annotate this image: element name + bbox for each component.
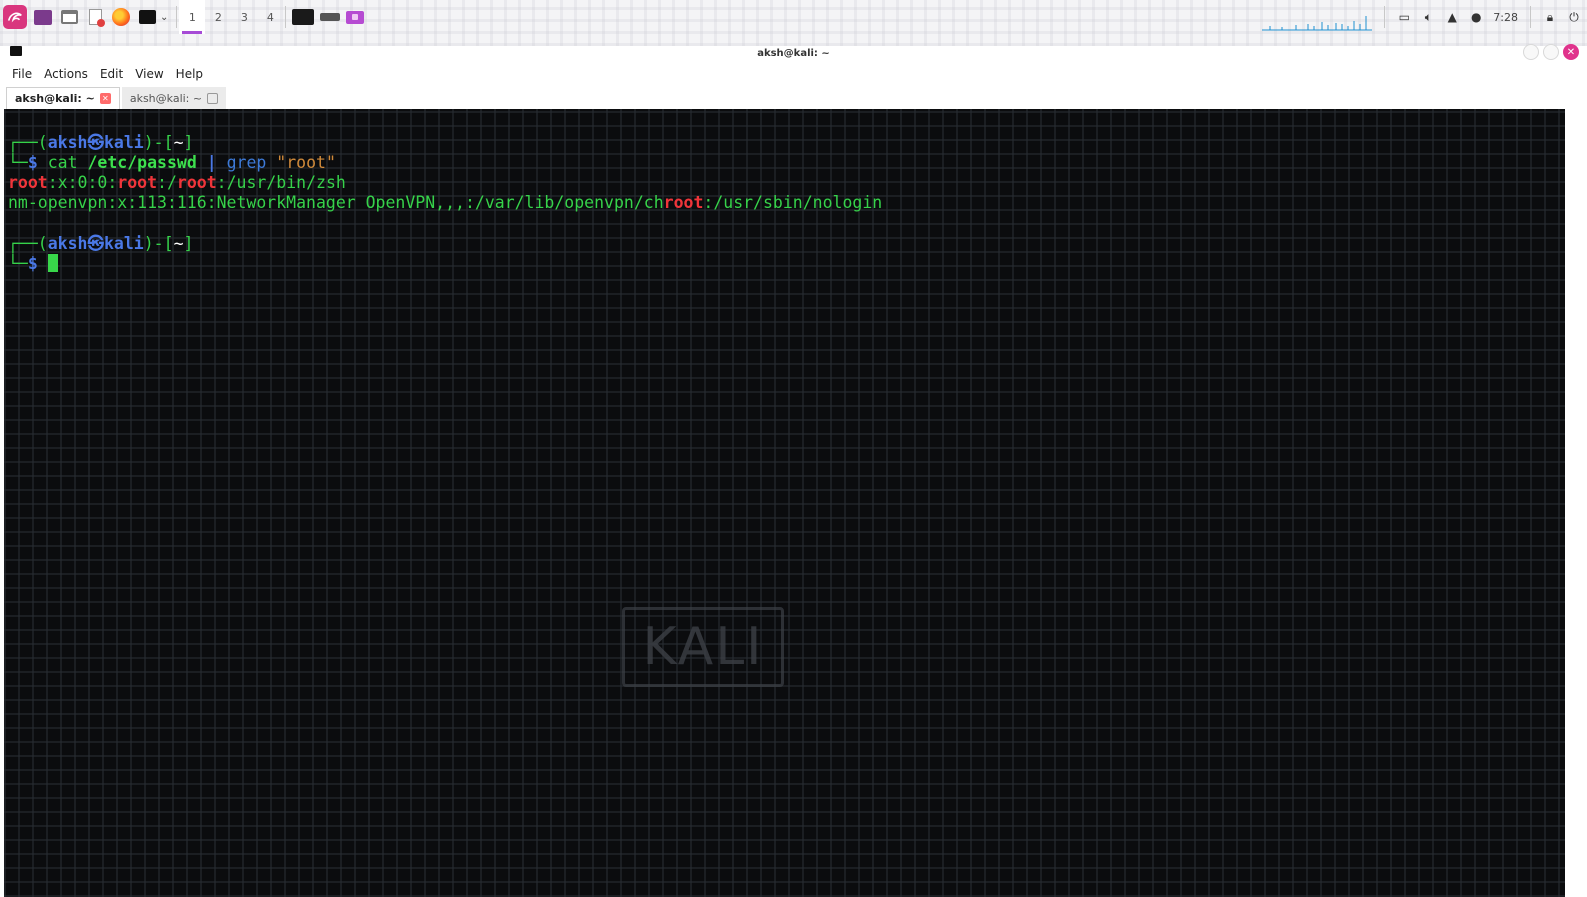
panel-tray: ▭ 🔈︎ ▲ ● 7:28 🔒︎ ⏻ — [1262, 0, 1587, 34]
prompt-bracket: )-[ — [143, 133, 174, 152]
window-button-terminal[interactable] — [292, 9, 315, 25]
match-highlight: root — [117, 173, 158, 192]
menu-actions[interactable]: Actions — [44, 67, 88, 81]
panel-separator — [176, 6, 178, 28]
output-text: :/ — [157, 173, 177, 192]
workspace-2[interactable]: 2 — [205, 0, 231, 34]
window-titlebar[interactable]: aksh@kali: ~ ✕ — [0, 42, 1587, 64]
window-button-minimized[interactable] — [320, 13, 341, 21]
terminal-purple-icon[interactable] — [33, 7, 53, 27]
tab-close-icon[interactable] — [207, 92, 219, 104]
window-button-app[interactable] — [346, 10, 365, 24]
prompt-line: ┌──(aksh㉿kali)-[~] — [8, 133, 193, 153]
panel-clock[interactable]: 7:28 — [1493, 11, 1518, 24]
firefox-icon[interactable] — [111, 7, 131, 27]
tab-label: aksh@kali: ~ — [15, 92, 95, 105]
prompt-user: aksh — [47, 234, 88, 253]
menu-view[interactable]: View — [135, 67, 163, 81]
menu-help[interactable]: Help — [176, 67, 203, 81]
command-grep: grep — [226, 153, 267, 172]
close-button[interactable]: ✕ — [1563, 44, 1579, 60]
prompt-dir: ~ — [173, 133, 184, 152]
menu-file[interactable]: File — [12, 67, 32, 81]
workspace-3[interactable]: 3 — [231, 0, 257, 34]
prompt-bracket: )-[ — [143, 234, 174, 253]
prompt-corner: └─ — [8, 254, 28, 273]
tab-terminal-1[interactable]: aksh@kali: ~ ✕ — [6, 87, 120, 109]
panel-launchers: ⌄ — [0, 0, 179, 34]
prompt-corner: └─ — [8, 153, 28, 172]
prompt-bracket-end: ] — [183, 234, 194, 253]
volume-icon[interactable]: 🔈︎ — [1421, 10, 1435, 24]
command-pipe: | — [206, 153, 217, 172]
tab-label: aksh@kali: ~ — [129, 91, 203, 105]
prompt-user: aksh — [47, 133, 88, 152]
display-icon[interactable]: ▭ — [1397, 10, 1411, 24]
menu-bar: File Actions Edit View Help — [0, 64, 1587, 84]
prompt-corner: ┌──( — [8, 133, 48, 152]
prompt-dollar: $ — [27, 153, 38, 172]
command-arg: "root" — [276, 153, 336, 172]
prompt-corner: ┌──( — [8, 234, 48, 253]
output-text: :x:0:0: — [47, 173, 118, 192]
window-controls: ✕ — [1523, 44, 1579, 60]
network-icon[interactable]: ● — [1469, 10, 1483, 24]
kali-watermark-logo: KALI — [622, 607, 784, 687]
maximize-button[interactable] — [1543, 44, 1559, 60]
prompt-dollar: $ — [27, 254, 38, 273]
output-line: root:x:0:0:root:/root:/usr/bin/zsh — [8, 173, 346, 193]
workspace-4[interactable]: 4 — [257, 0, 283, 34]
minimize-button[interactable] — [1523, 44, 1539, 60]
output-text: :/usr/sbin/nologin — [703, 193, 883, 212]
top-panel: ⌄ 1 2 3 4 ▭ 🔈︎ ▲ ● 7:28 🔒︎ ⏻ — [0, 0, 1587, 46]
terminal-window-icon[interactable] — [10, 46, 22, 56]
command-name: cat — [47, 153, 78, 172]
menu-edit[interactable]: Edit — [100, 67, 123, 81]
prompt-line: ┌──(aksh㉿kali)-[~] — [8, 234, 193, 254]
command-line: └─$ — [8, 254, 58, 274]
workspace-1[interactable]: 1 — [179, 0, 206, 34]
chevron-down-icon[interactable]: ⌄ — [160, 12, 168, 23]
output-line: nm-openvpn:x:113:116:NetworkManager Open… — [8, 193, 882, 213]
prompt-host: kali — [104, 234, 144, 253]
terminal-view[interactable]: KALI ┌──(aksh㉿kali)-[~] └─$ cat /etc/pas… — [4, 109, 1565, 897]
text-editor-icon[interactable] — [85, 7, 105, 27]
file-manager-icon[interactable] — [59, 7, 79, 27]
match-highlight: root — [176, 173, 217, 192]
panel-separator — [1530, 6, 1531, 28]
prompt-dir: ~ — [173, 234, 184, 253]
prompt-at: ㉿ — [87, 234, 105, 253]
prompt-bracket-end: ] — [183, 133, 194, 152]
match-highlight: root — [663, 193, 704, 212]
command-path: /etc/passwd — [87, 153, 197, 172]
command-line: └─$ cat /etc/passwd | grep "root" — [8, 153, 336, 173]
tab-bar: aksh@kali: ~ ✕ aksh@kali: ~ — [0, 85, 1587, 109]
panel-separator — [1384, 6, 1386, 28]
power-icon[interactable]: ⏻ — [1567, 10, 1581, 24]
prompt-host: kali — [104, 133, 144, 152]
prompt-at: ㉿ — [87, 133, 105, 152]
workspace-switcher: 1 2 3 4 — [179, 0, 365, 34]
notification-bell-icon[interactable]: ▲ — [1445, 10, 1459, 24]
output-text: :/usr/bin/zsh — [216, 173, 346, 192]
output-text: nm-openvpn:x:113:116:NetworkManager Open… — [8, 193, 664, 212]
kali-menu-icon[interactable] — [3, 5, 27, 29]
lock-icon[interactable]: 🔒︎ — [1543, 10, 1557, 24]
terminal-icon[interactable] — [137, 7, 157, 27]
window-title: aksh@kali: ~ — [757, 47, 830, 59]
tab-terminal-2[interactable]: aksh@kali: ~ — [121, 87, 227, 109]
network-monitor-graph[interactable] — [1262, 2, 1373, 32]
terminal-cursor[interactable] — [47, 254, 58, 272]
tab-close-icon[interactable]: ✕ — [99, 93, 111, 104]
match-highlight: root — [8, 173, 48, 192]
panel-separator — [285, 6, 287, 28]
